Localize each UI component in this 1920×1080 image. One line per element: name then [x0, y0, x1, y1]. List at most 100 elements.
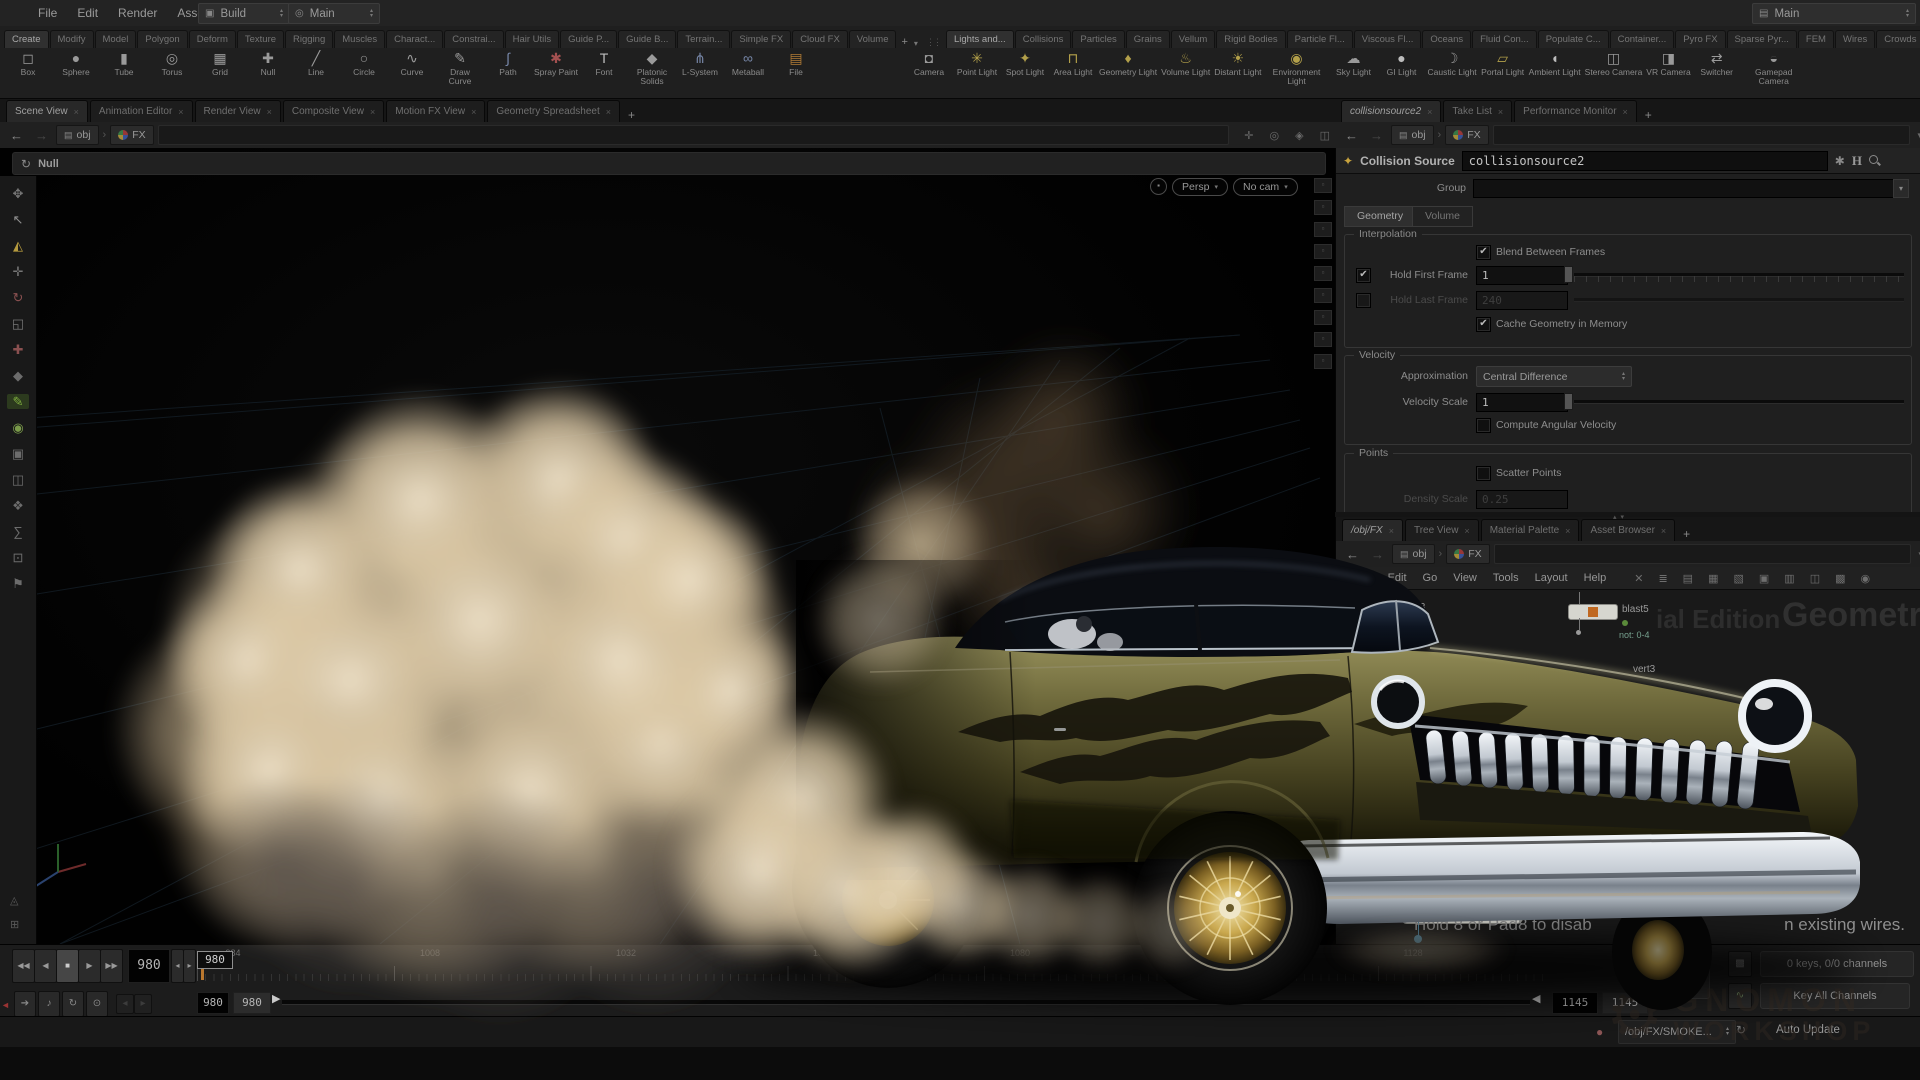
shelf-tool[interactable]: ◉ Environment Light [1264, 48, 1330, 86]
desktop-selector[interactable]: ▣ Build ▴▾ [198, 3, 290, 24]
frame-increment-button[interactable]: ▸ [183, 949, 196, 983]
grid-view-icon[interactable]: ▦ [1704, 572, 1722, 585]
divide-tool-icon[interactable]: ▣ [7, 446, 29, 461]
network-menu-item[interactable]: Layout [1527, 572, 1576, 584]
shelf-tab[interactable]: Hair Utils [505, 30, 560, 48]
tab-geometry[interactable]: Geometry [1344, 206, 1416, 227]
shelf-tool[interactable]: ♦ Geometry Light [1097, 48, 1159, 77]
shelf-tool[interactable]: ○ Circle [340, 48, 388, 77]
close-icon[interactable]: × [1498, 107, 1503, 117]
group-tool-icon[interactable]: ❖ [7, 498, 29, 513]
breadcrumb-node[interactable]: FX [1446, 544, 1489, 564]
shelf-tab[interactable]: Vellum [1171, 30, 1216, 48]
play-button[interactable]: ▶ [78, 949, 101, 983]
shelf-tool[interactable]: T Font [580, 48, 628, 77]
shelf-tool[interactable]: ⋔ L-System [676, 48, 724, 77]
display-option-icon[interactable]: ▫ [1314, 222, 1332, 237]
spinner-icon[interactable]: ▴▾ [280, 9, 283, 19]
close-icon[interactable]: × [1565, 526, 1570, 536]
notes-icon[interactable]: ▥ [1780, 572, 1798, 585]
audio-icon[interactable]: ♪ [38, 991, 60, 1017]
display-option-icon[interactable]: ▫ [1314, 244, 1332, 259]
expression-tool-icon[interactable]: ∑ [7, 524, 29, 539]
path-input[interactable] [1494, 544, 1912, 564]
jump-to-start-button[interactable]: ◀◀ [12, 949, 35, 983]
group-field[interactable] [1473, 179, 1901, 198]
shelf-tool[interactable]: ✎ Draw Curve [436, 48, 484, 86]
shelf-tool[interactable]: ◨ VR Camera [1644, 48, 1692, 77]
shelf-tab[interactable]: Grains [1126, 30, 1170, 48]
spinner-icon[interactable]: ▴▾ [1906, 9, 1909, 19]
color-palette-icon[interactable]: ▩ [1831, 572, 1849, 585]
network-menu-item[interactable]: Add [1344, 572, 1380, 584]
menu-item[interactable]: Edit [67, 0, 108, 26]
close-icon[interactable]: × [178, 107, 183, 117]
pane-tab[interactable]: Asset Browser × [1581, 519, 1675, 541]
playhead-frame-box[interactable]: 980 [197, 951, 233, 969]
follow-playhead-icon[interactable]: ➔ [14, 991, 36, 1017]
shelf-tab[interactable]: Texture [237, 30, 284, 48]
compute-angular-velocity-checkbox[interactable] [1476, 418, 1491, 433]
range-slider[interactable] [282, 1000, 1530, 1005]
pane-tab[interactable]: Composite View × [283, 100, 384, 122]
density-scale-field[interactable]: 0.25 [1476, 490, 1568, 509]
image-plane-icon[interactable]: ◫ [1806, 572, 1824, 585]
thumbs-view-icon[interactable]: ▧ [1729, 572, 1747, 585]
jump-to-end-button[interactable]: ▶▶ [100, 949, 123, 983]
bypass-flag-dot[interactable] [1622, 620, 1628, 626]
keyframe-options-icon[interactable]: ▩ [1728, 951, 1752, 977]
new-pane-tab-button[interactable]: + [622, 108, 641, 122]
shelf-tab[interactable]: Charact... [386, 30, 443, 48]
shelf-set-selector[interactable]: ▤ Main ▴▾ [1752, 3, 1916, 24]
shelf-tab[interactable]: Polygon [137, 30, 187, 48]
display-option-icon[interactable]: ▫ [1314, 310, 1332, 325]
pane-tab[interactable]: Performance Monitor × [1514, 100, 1637, 122]
display-option-icon[interactable]: ▫ [1314, 288, 1332, 303]
breadcrumb-root[interactable]: ▤obj [1391, 125, 1434, 145]
path-input[interactable] [158, 125, 1230, 145]
shelf-tool[interactable]: ● GI Light [1378, 48, 1426, 77]
close-icon[interactable]: × [1464, 526, 1469, 536]
flag-tool-icon[interactable]: ⚑ [7, 576, 29, 591]
close-icon[interactable]: × [1661, 526, 1666, 536]
snapshot-tool-icon[interactable]: ⊡ [7, 550, 29, 565]
cache-geometry-checkbox[interactable]: ✔ [1476, 317, 1491, 332]
shelf-tool[interactable]: ✚ Null [244, 48, 292, 77]
hold-first-frame-field[interactable]: 1 [1476, 266, 1568, 285]
group-dropdown-icon[interactable]: ▾ [1893, 179, 1909, 198]
shelf-tool[interactable]: ✳ Point Light [953, 48, 1001, 77]
shelf-tab[interactable]: Volume [849, 30, 897, 48]
breadcrumb-node[interactable]: FX [1445, 125, 1488, 145]
hold-first-frame-slider[interactable] [1564, 266, 1573, 283]
shelf-tool[interactable]: ⊓ Area Light [1049, 48, 1097, 77]
tab-volume[interactable]: Volume [1412, 206, 1473, 227]
shelf-tab[interactable]: Model [95, 30, 137, 48]
rotate-tool-icon[interactable]: ↻ [7, 290, 29, 305]
shelf-tool[interactable]: ◻ Box [4, 48, 52, 77]
toolset-selector[interactable]: ◎ Main ▴▾ [288, 3, 380, 24]
shelf-tab[interactable]: Rigid Bodies [1216, 30, 1285, 48]
menu-item[interactable]: Render [108, 0, 167, 26]
network-menu-item[interactable]: Tools [1485, 572, 1527, 584]
approximation-dropdown[interactable]: Central Difference ▴▾ [1476, 366, 1632, 387]
shelf-tab[interactable]: Deform [189, 30, 236, 48]
shelf-tool[interactable]: ╱ Line [292, 48, 340, 77]
shelf-tool[interactable]: ✦ Spot Light [1001, 48, 1049, 77]
range-end-field[interactable]: 1145 [1552, 992, 1598, 1014]
shelf-tab[interactable]: Muscles [334, 30, 385, 48]
tools-x-icon[interactable]: ✕ [1630, 572, 1647, 585]
pane-tab[interactable]: Take List × [1443, 100, 1512, 122]
shelf-tool[interactable]: ∞ Metaball [724, 48, 772, 77]
world-icon[interactable]: ◎ [1267, 129, 1283, 142]
spinner-icon[interactable]: ▴▾ [370, 9, 373, 19]
camera-lock-icon[interactable]: ▪ [1150, 178, 1167, 195]
chevron-down-icon[interactable]: ▾ [1914, 129, 1920, 142]
display-option-icon[interactable]: ▫ [1314, 266, 1332, 281]
close-icon[interactable]: × [606, 107, 611, 117]
shelf-more-icon[interactable]: ▾ [912, 39, 920, 48]
pane-tab[interactable]: Geometry Spreadsheet × [487, 100, 620, 122]
shelf-tab[interactable]: Oceans [1422, 30, 1471, 48]
move-tool-icon[interactable]: ✛ [7, 264, 29, 279]
houdini-help-icon[interactable]: H [1852, 153, 1862, 169]
light-tool-icon[interactable]: ◭ [7, 238, 29, 253]
